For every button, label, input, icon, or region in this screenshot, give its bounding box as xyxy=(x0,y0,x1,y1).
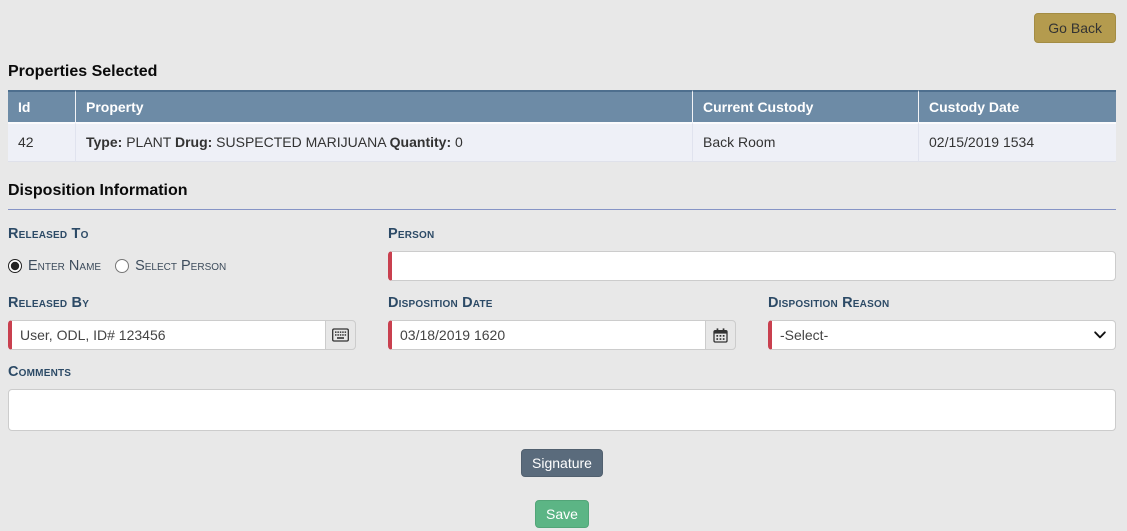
keyboard-addon-button[interactable] xyxy=(325,320,356,350)
enter-name-radio[interactable] xyxy=(8,259,22,273)
calendar-addon-button[interactable] xyxy=(705,320,736,350)
go-back-button[interactable]: Go Back xyxy=(1034,13,1116,43)
form-actions: Signature Save xyxy=(8,431,1116,528)
header-current-custody: Current Custody xyxy=(692,90,918,122)
cell-current-custody: Back Room xyxy=(692,122,918,162)
keyboard-icon xyxy=(332,328,349,342)
enter-name-radio-label: Enter Name xyxy=(28,258,101,274)
header-custody-date: Custody Date xyxy=(918,90,1116,122)
disposition-reason-select-wrap: -Select- xyxy=(768,320,1116,350)
cell-id: 42 xyxy=(8,122,75,162)
disposition-date-input[interactable] xyxy=(388,320,705,350)
property-drug-label: Drug: xyxy=(175,134,212,150)
disposition-reason-field: Disposition Reason -Select- xyxy=(768,281,1116,350)
released-to-label: Released To xyxy=(8,226,356,242)
signature-button[interactable]: Signature xyxy=(521,449,603,477)
radio-option-enter-name[interactable]: Enter Name xyxy=(8,258,101,274)
properties-table: Id Property Current Custody Custody Date… xyxy=(8,90,1116,162)
disposition-form: Released To Enter Name Select Person Per… xyxy=(8,212,1116,431)
property-type-value: PLANT xyxy=(122,134,175,150)
property-drug-value: SUSPECTED MARIJUANA xyxy=(212,134,389,150)
disposition-page: Go Back Properties Selected Id Property … xyxy=(0,0,1127,528)
radio-option-select-person[interactable]: Select Person xyxy=(115,258,226,274)
properties-selected-title: Properties Selected xyxy=(8,63,1116,81)
property-type-label: Type: xyxy=(86,134,122,150)
cell-custody-date: 02/15/2019 1534 xyxy=(918,122,1116,162)
person-label: Person xyxy=(388,226,1116,242)
calendar-icon xyxy=(713,328,728,343)
disposition-date-field: Disposition Date xyxy=(388,281,736,350)
header-property: Property xyxy=(75,90,692,122)
select-person-radio-label: Select Person xyxy=(135,258,226,274)
property-quantity-value: 0 xyxy=(451,134,463,150)
top-bar: Go Back xyxy=(8,0,1116,43)
save-button[interactable]: Save xyxy=(535,500,589,528)
released-by-label: Released By xyxy=(8,295,356,311)
released-to-radio-group: Enter Name Select Person xyxy=(8,251,356,274)
table-row: 42 Type: PLANT Drug: SUSPECTED MARIJUANA… xyxy=(8,122,1116,162)
disposition-reason-select[interactable]: -Select- xyxy=(768,320,1116,350)
disposition-date-label: Disposition Date xyxy=(388,295,736,311)
comments-input[interactable] xyxy=(8,389,1116,431)
comments-label: Comments xyxy=(8,364,1116,380)
released-to-field: Released To Enter Name Select Person xyxy=(8,212,356,281)
disposition-information-title: Disposition Information xyxy=(8,182,1116,200)
released-by-input-group xyxy=(8,320,356,350)
disposition-reason-label: Disposition Reason xyxy=(768,295,1116,311)
select-person-radio[interactable] xyxy=(115,259,129,273)
comments-field: Comments xyxy=(8,350,1116,431)
property-quantity-label: Quantity: xyxy=(390,134,451,150)
person-input[interactable] xyxy=(388,251,1116,281)
section-divider xyxy=(8,209,1116,210)
released-by-field: Released By xyxy=(8,281,356,350)
properties-table-header-row: Id Property Current Custody Custody Date xyxy=(8,90,1116,122)
person-field: Person xyxy=(388,212,1116,281)
released-by-input[interactable] xyxy=(8,320,325,350)
cell-property: Type: PLANT Drug: SUSPECTED MARIJUANA Qu… xyxy=(75,122,692,162)
disposition-date-input-group xyxy=(388,320,736,350)
header-id: Id xyxy=(8,90,75,122)
